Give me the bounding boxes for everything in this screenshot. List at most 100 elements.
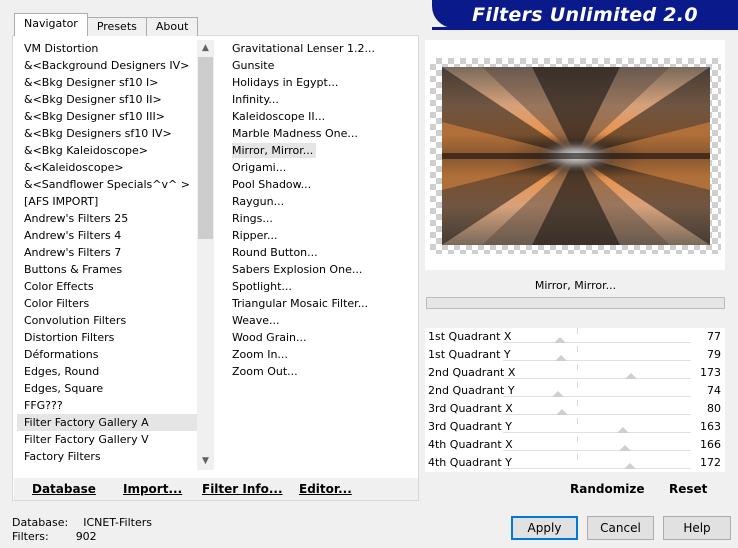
tab-navigator[interactable]: Navigator: [14, 13, 88, 36]
filter-item[interactable]: Triangular Mosaic Filter...: [223, 295, 418, 312]
parameter-slider-track[interactable]: [503, 450, 691, 451]
filter-item[interactable]: Wood Grain...: [223, 329, 418, 346]
filter-item[interactable]: Gunsite: [223, 57, 418, 74]
reset-button[interactable]: Reset: [669, 478, 707, 500]
parameter-slider-track[interactable]: [503, 360, 691, 361]
category-item[interactable]: Andrew's Filters 25: [17, 210, 213, 227]
parameter-slider-track[interactable]: [503, 468, 691, 469]
slider-center-tick: [577, 400, 578, 406]
category-scrollbar[interactable]: ▲ ▼: [197, 40, 214, 470]
chevron-down-icon[interactable]: ▼: [197, 453, 214, 470]
slider-center-tick: [577, 436, 578, 442]
parameter-row: 2nd Quadrant Y 74: [425, 382, 725, 400]
tab-presets[interactable]: Presets: [86, 17, 147, 36]
parameter-slider-thumb[interactable]: [623, 463, 636, 469]
filter-list[interactable]: Gravitational Lenser 1.2... Gunsite Holida…: [223, 40, 418, 470]
category-item[interactable]: Andrew's Filters 7: [17, 244, 213, 261]
category-item[interactable]: Déformations: [17, 346, 213, 363]
cancel-button[interactable]: Cancel: [587, 516, 654, 540]
filters-count-value: 902: [75, 530, 97, 543]
parameter-slider-thumb[interactable]: [619, 445, 632, 451]
category-item[interactable]: Filter Factory Gallery A: [17, 414, 209, 431]
import-button[interactable]: Import...: [123, 478, 182, 500]
database-value: ICNET-Filters: [83, 516, 152, 529]
progress-bar: [426, 297, 725, 309]
filter-item-label: Raygun...: [232, 195, 285, 208]
category-item[interactable]: FFG???: [17, 397, 213, 414]
category-item[interactable]: Edges, Round: [17, 363, 213, 380]
parameter-slider-thumb[interactable]: [555, 409, 568, 415]
category-item[interactable]: &<Kaleidoscope>: [17, 159, 213, 176]
filter-item[interactable]: Gravitational Lenser 1.2...: [223, 40, 418, 57]
chevron-up-icon[interactable]: ▲: [197, 40, 214, 57]
parameter-label: 3rd Quadrant Y: [428, 420, 512, 433]
category-item[interactable]: Distortion Filters: [17, 329, 213, 346]
category-item[interactable]: &<Background Designers IV>: [17, 57, 213, 74]
apply-button[interactable]: Apply: [511, 516, 578, 540]
filter-item-label: Pool Shadow...: [232, 178, 312, 191]
scrollbar-thumb[interactable]: [198, 57, 213, 239]
randomize-reset-bar: Randomize Reset: [426, 478, 725, 500]
filter-item[interactable]: Origami...: [223, 159, 418, 176]
parameter-slider-thumb[interactable]: [617, 427, 630, 433]
category-item[interactable]: [AFS IMPORT]: [17, 193, 213, 210]
filter-item[interactable]: Infinity...: [223, 91, 418, 108]
filter-item[interactable]: Weave...: [223, 312, 418, 329]
parameter-label: 2nd Quadrant X: [428, 366, 516, 379]
filter-item[interactable]: Pool Shadow...: [223, 176, 418, 193]
filter-item[interactable]: Ripper...: [223, 227, 418, 244]
filter-item[interactable]: Holidays in Egypt...: [223, 74, 418, 91]
parameter-row: 1st Quadrant Y 79: [425, 346, 725, 364]
parameter-slider-track[interactable]: [503, 378, 691, 379]
parameter-slider-thumb[interactable]: [555, 355, 568, 361]
category-item[interactable]: Buttons & Frames: [17, 261, 213, 278]
parameter-slider-track[interactable]: [503, 396, 691, 397]
parameter-slider-track[interactable]: [503, 414, 691, 415]
database-button[interactable]: Database: [32, 478, 96, 500]
help-button[interactable]: Help: [663, 516, 731, 540]
category-item[interactable]: Convolution Filters: [17, 312, 213, 329]
category-item[interactable]: &<Bkg Designer sf10 II>: [17, 91, 213, 108]
parameter-value: 77: [707, 330, 721, 343]
filter-item-label: Zoom Out...: [232, 365, 298, 378]
filter-item[interactable]: Round Button...: [223, 244, 418, 261]
category-item[interactable]: &<Bkg Designers sf10 IV>: [17, 125, 213, 142]
filter-info-button[interactable]: Filter Info...: [202, 478, 283, 500]
category-list[interactable]: VM Distortion &<Background Designers IV> &…: [17, 40, 213, 470]
category-item[interactable]: &<Bkg Designer sf10 III>: [17, 108, 213, 125]
category-item[interactable]: Color Effects: [17, 278, 213, 295]
filter-item[interactable]: Sabers Explosion One...: [223, 261, 418, 278]
category-item[interactable]: Filter Factory Gallery V: [17, 431, 213, 448]
filter-item[interactable]: Rings...: [223, 210, 418, 227]
category-item[interactable]: &<Sandflower Specials^v^ >: [17, 176, 213, 193]
category-item[interactable]: &<Bkg Designer sf10 I>: [17, 74, 213, 91]
filter-item[interactable]: Mirror, Mirror...: [223, 142, 418, 159]
category-item[interactable]: Factory Filters: [17, 448, 213, 465]
parameter-slider-track[interactable]: [503, 342, 691, 343]
parameter-row: 3rd Quadrant X 80: [425, 400, 725, 418]
filter-item[interactable]: Marble Madness One...: [223, 125, 418, 142]
category-item[interactable]: Edges, Square: [17, 380, 213, 397]
filter-item-label: Zoom In...: [232, 348, 288, 361]
filter-item-label: Rings...: [232, 212, 273, 225]
tab-about[interactable]: About: [145, 17, 199, 36]
parameter-slider-thumb[interactable]: [624, 373, 637, 379]
filter-item[interactable]: Zoom In...: [223, 346, 418, 363]
randomize-button[interactable]: Randomize: [570, 478, 644, 500]
parameter-label: 4th Quadrant X: [428, 438, 513, 451]
editor-button[interactable]: Editor...: [299, 478, 352, 500]
category-item[interactable]: Andrew's Filters 4: [17, 227, 213, 244]
category-item[interactable]: &<Bkg Kaleidoscope>: [17, 142, 213, 159]
filter-item[interactable]: Raygun...: [223, 193, 418, 210]
category-item[interactable]: Color Filters: [17, 295, 213, 312]
banner-stripe: [432, 27, 738, 30]
parameter-slider-thumb[interactable]: [553, 337, 566, 343]
filter-item[interactable]: Spotlight...: [223, 278, 418, 295]
category-item[interactable]: VM Distortion: [17, 40, 213, 57]
parameter-slider-thumb[interactable]: [551, 391, 564, 397]
parameter-slider-track[interactable]: [503, 432, 691, 433]
parameter-label: 4th Quadrant Y: [428, 456, 512, 469]
tab-strip: Navigator Presets About: [14, 13, 199, 36]
filter-item[interactable]: Zoom Out...: [223, 363, 418, 380]
filter-item[interactable]: Kaleidoscope II...: [223, 108, 418, 125]
